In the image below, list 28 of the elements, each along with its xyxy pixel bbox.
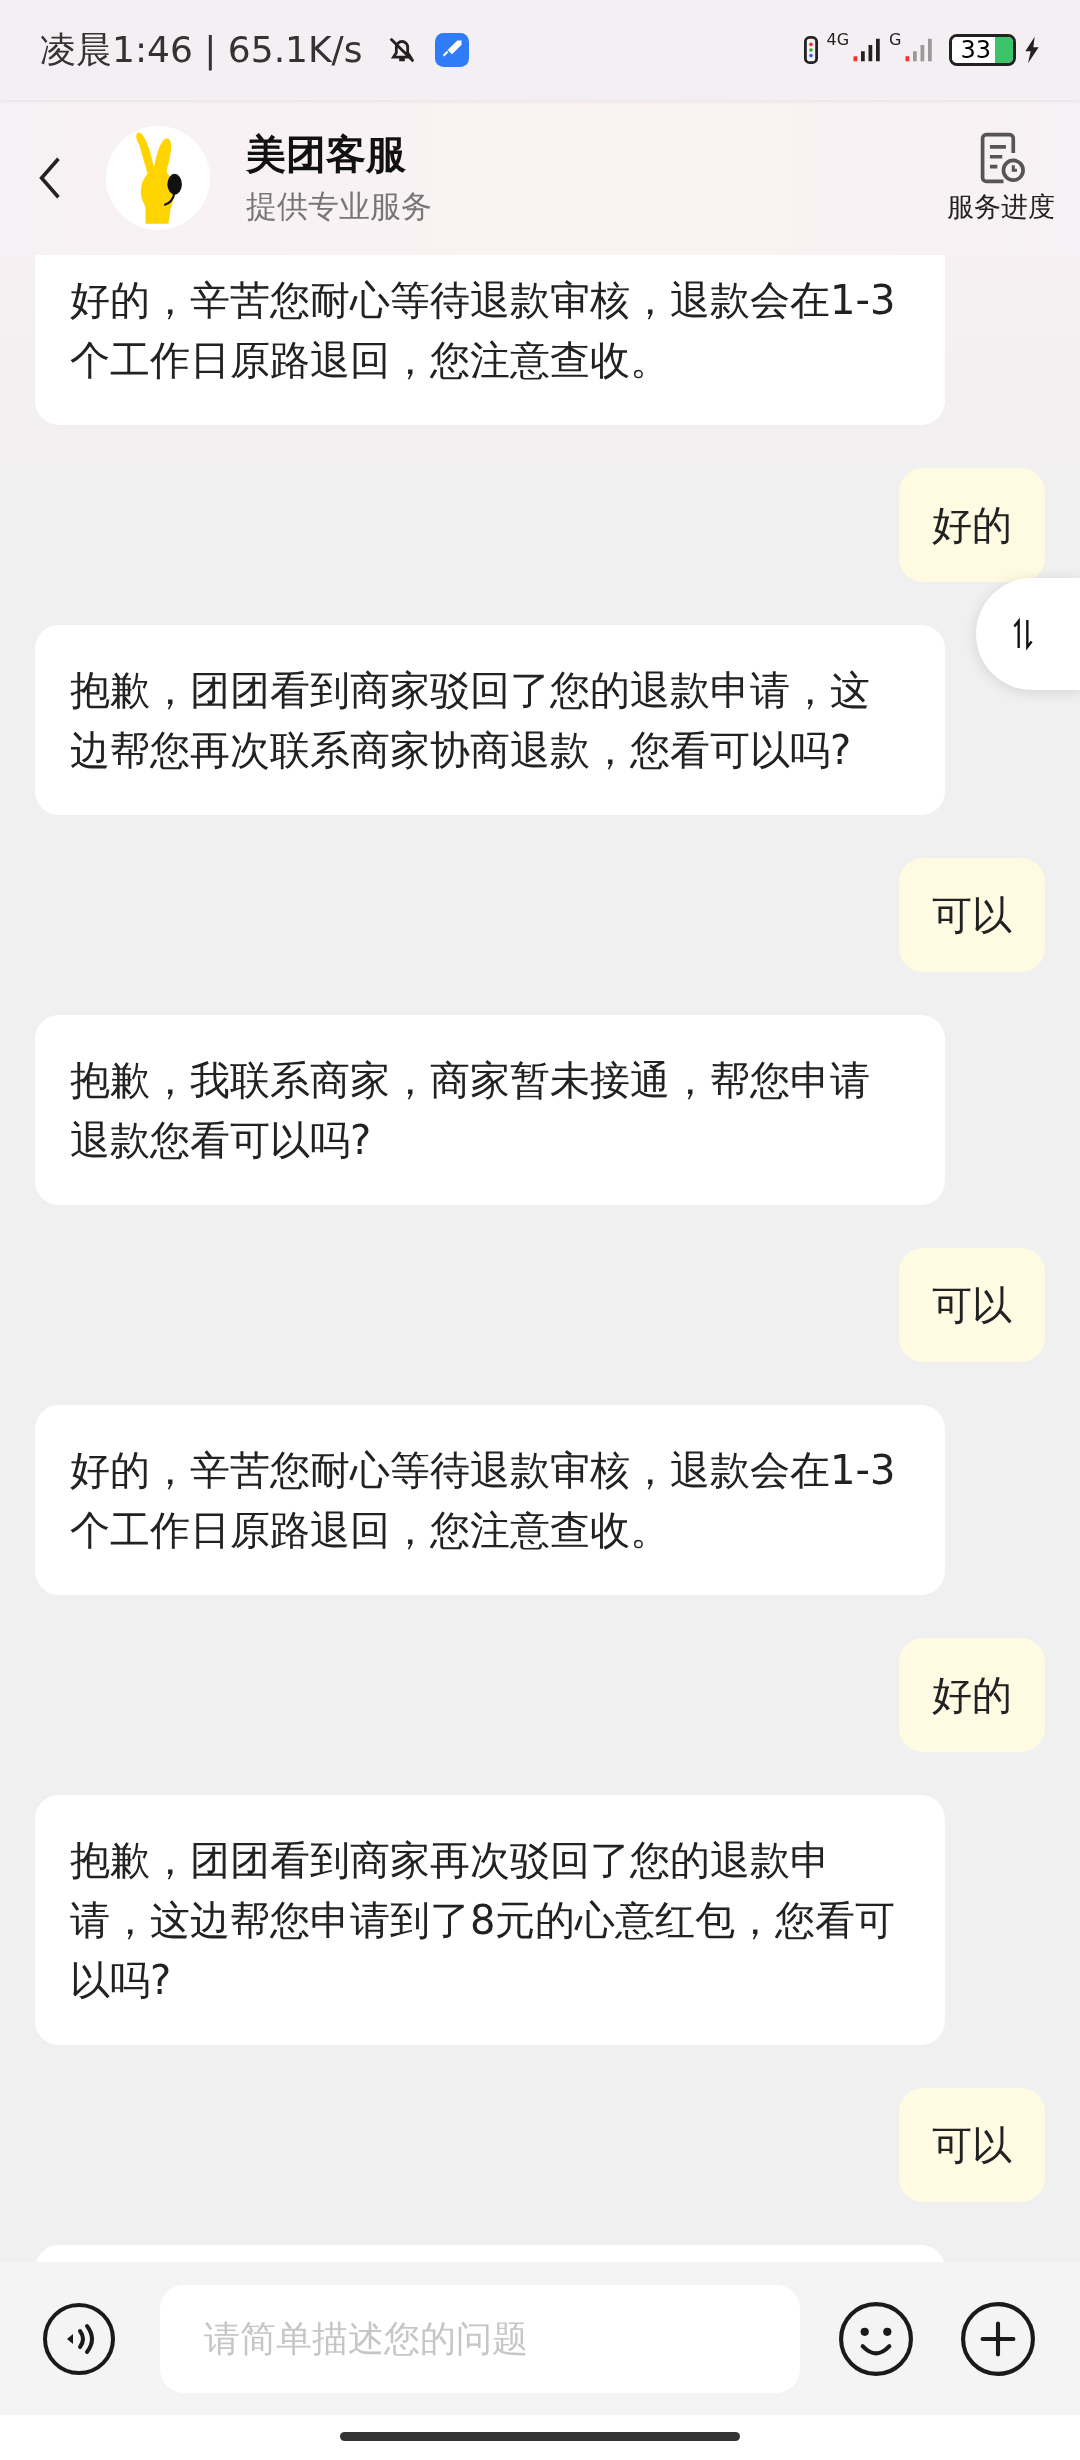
user-message: 可以	[899, 2088, 1045, 2202]
user-message: 可以	[899, 1248, 1045, 1362]
voice-icon[interactable]	[42, 2301, 116, 2376]
agent-message: 好的，辛苦您耐心等待退款审核，退款会在1-3 个工作日原路退回，您注意查收。	[35, 1405, 945, 1595]
status-time: 凌晨1:46 | 65.1K/s	[40, 27, 363, 73]
signal-icon	[851, 37, 882, 63]
sim-icon	[804, 36, 819, 64]
plus-icon[interactable]	[960, 2300, 1036, 2377]
service-progress-button[interactable]: 服务进度	[947, 130, 1055, 225]
agent-message: 好的，辛苦您耐心等待退款审核，退款会在1-3 个工作日原路退回，您注意查收。	[35, 255, 945, 425]
user-message: 好的	[899, 1638, 1045, 1752]
emoji-icon[interactable]	[838, 2300, 914, 2377]
user-message: 可以	[899, 858, 1045, 972]
network-label: 4G	[826, 30, 850, 49]
network-label: G	[889, 30, 902, 49]
agent-message: 抱歉，团团看到商家驳回了您的退款申请，这 边帮您再次联系商家协商退款，您看可以吗?	[35, 625, 945, 815]
message-input-field[interactable]: 请简单描述您的问题	[160, 2284, 800, 2393]
back-icon[interactable]	[38, 155, 62, 200]
signal-icon	[903, 37, 934, 63]
charging-icon	[1024, 36, 1040, 64]
chat-subtitle: 提供专业服务	[246, 187, 433, 226]
avatar-icon	[106, 125, 210, 230]
scroll-toggle-button[interactable]	[976, 578, 1080, 690]
agent-message: 抱歉，团团看到商家再次驳回了您的退款申 请，这边帮您申请到了8元的心意红包，您看可 以吗?	[35, 1795, 945, 2045]
chat-title: 美团客服	[246, 130, 407, 179]
user-message: 好的	[899, 468, 1045, 582]
agent-message: 抱歉，我联系商家，商家暂未接通，帮您申请 退款您看可以吗?	[35, 1015, 945, 1205]
battery-indicator: 33	[949, 34, 1016, 66]
